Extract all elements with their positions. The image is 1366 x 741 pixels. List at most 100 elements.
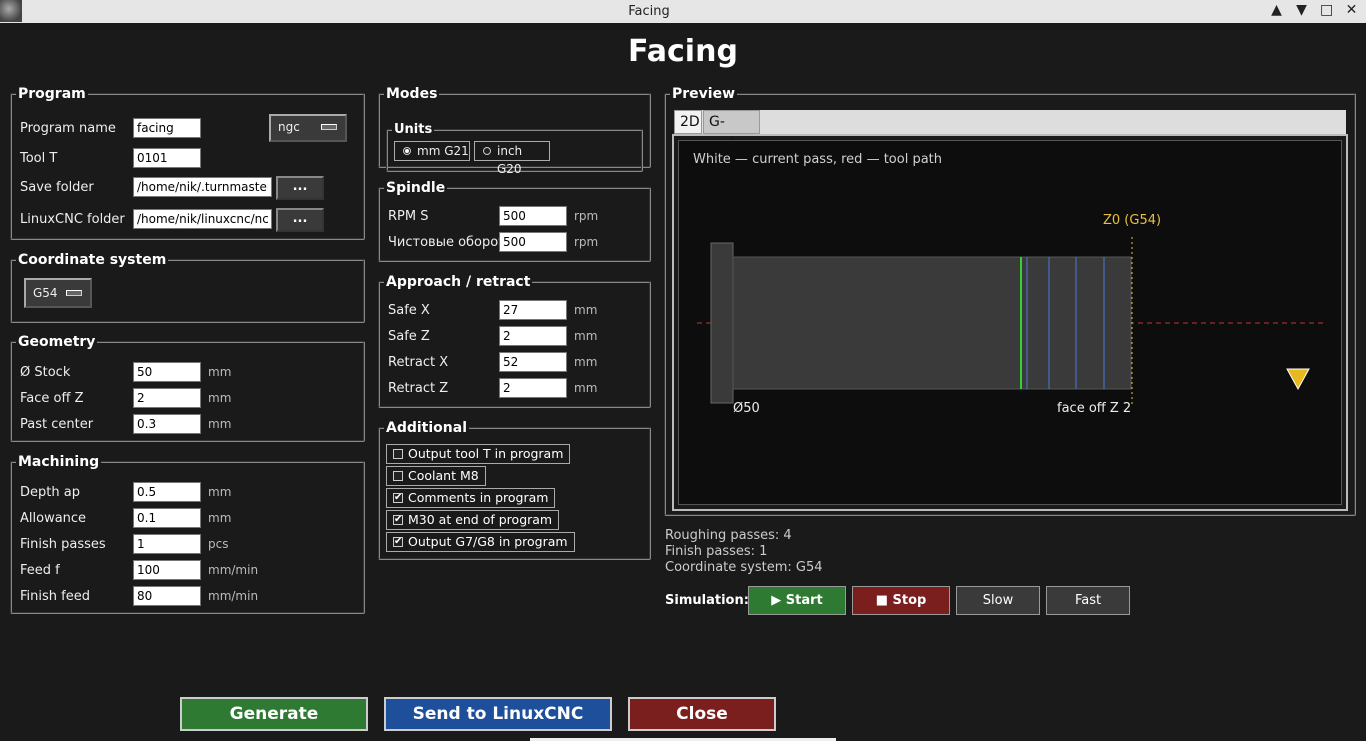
machining-row: Finish feed mm/min [20,586,355,608]
spindle-row: Чистовые оборот rpm [388,232,641,254]
extension-combo[interactable]: ngc [269,114,347,142]
program-name-label: Program name [20,121,116,136]
send-to-linuxcnc-button[interactable]: Send to LinuxCNC [384,697,612,731]
comments-checkbox[interactable]: ✔ Comments in program [386,488,556,508]
row-unit: rpm [574,235,599,249]
tab-2d[interactable]: 2D [674,110,702,134]
tool-row: Tool T [20,148,355,170]
units-legend: Units [394,122,433,137]
row-unit: mm [574,381,598,395]
linuxcnc-folder-browse-button[interactable]: ... [276,208,324,232]
units-mm-label: mm G21 [417,144,469,158]
row-label: Finish passes [20,537,106,552]
modes-legend: Modes [386,86,438,102]
face-off-z-input[interactable] [133,388,201,408]
finish-passes-stat: Finish passes: 1 [665,544,768,559]
machining-group: Machining Depth ap mm Allowance mm Finis… [10,454,365,614]
face-off-label: face off Z 2 [1057,401,1131,416]
preview-hint: White — current pass, red — tool path [693,152,942,167]
approach-group: Approach / retract Safe X mm Safe Z mm R… [378,274,651,408]
machining-row: Allowance mm [20,508,355,530]
row-unit: pcs [208,537,229,551]
geometry-row: Past center mm [20,414,355,436]
past-center-input[interactable] [133,414,201,434]
geometry-row: Ø Stock mm [20,362,355,384]
row-label: Allowance [20,511,87,526]
depth-ap-input[interactable] [133,482,201,502]
tool-icon [1286,368,1310,391]
safe-x-input[interactable] [499,300,567,320]
row-label: Feed f [20,563,60,578]
row-label: Past center [20,417,94,432]
radio-checked-icon [403,147,411,155]
linuxcnc-folder-label: LinuxCNC folder [20,212,125,227]
g7g8-checkbox[interactable]: ✔ Output G7/G8 in program [386,532,575,552]
retract-z-input[interactable] [499,378,567,398]
row-label: Чистовые оборот [388,235,506,250]
row-label: Depth ap [20,485,80,500]
units-inch-radio[interactable]: inch G20 [474,141,550,176]
row-unit: mm [574,303,598,317]
save-folder-label: Save folder [20,180,94,195]
coord-system-combo[interactable]: G54 [24,278,92,308]
units-mm-radio[interactable]: mm G21 [394,141,470,161]
simulation-label: Simulation: [665,593,749,608]
checkbox-label: Coolant M8 [408,468,479,483]
row-label: Finish feed [20,589,90,604]
tool-input[interactable] [133,148,201,168]
sim-start-button[interactable]: ▶ Start [748,586,846,615]
roughing-passes-stat: Roughing passes: 4 [665,528,792,543]
geometry-group: Geometry Ø Stock mm Face off Z mm Past c… [10,334,365,442]
allowance-input[interactable] [133,508,201,528]
sim-slow-button[interactable]: Slow [956,586,1040,615]
save-folder-input[interactable] [133,177,272,197]
checkbox-icon: ✔ [393,514,403,525]
finish-rpm-input[interactable] [499,232,567,252]
program-group: Program Program name ngc Tool T Save fol… [10,86,365,240]
close-button[interactable]: Close [628,697,776,731]
window-title: Facing [628,4,670,19]
row-label: Ø Stock [20,365,71,380]
row-unit: mm/min [208,589,259,603]
save-folder-browse-button[interactable]: ... [276,176,324,200]
linuxcnc-folder-input[interactable] [133,209,272,229]
row-unit: mm [574,329,598,343]
row-unit: mm [208,511,232,525]
preview-svg: White — current pass, red — tool path Z0… [693,152,1325,416]
m30-checkbox[interactable]: ✔ M30 at end of program [386,510,560,530]
maximize-icon[interactable]: □ [1320,2,1333,18]
checkbox-label: Comments in program [408,490,549,505]
rpm-input[interactable] [499,206,567,226]
row-label: Safe Z [388,329,430,344]
finish-passes-input[interactable] [133,534,201,554]
output-tool-checkbox[interactable]: Output tool T in program [386,444,571,464]
row-unit: mm [208,365,232,379]
coord-system-group: Coordinate system G54 [10,252,365,323]
row-label: Face off Z [20,391,84,406]
save-folder-row: Save folder ... [20,176,355,200]
minimize-icon[interactable]: ▲ [1270,2,1283,18]
row-label: Retract Z [388,381,449,396]
stock-diameter-input[interactable] [133,362,201,382]
stock-body [732,256,1132,390]
combo-handle-icon [321,124,337,130]
modes-group: Modes Units mm G21 inch G20 [378,86,651,176]
approach-legend: Approach / retract [386,274,531,290]
retract-x-input[interactable] [499,352,567,372]
safe-z-input[interactable] [499,326,567,346]
finish-feed-input[interactable] [133,586,201,606]
spindle-legend: Spindle [386,180,446,196]
sim-stop-button[interactable]: ■ Stop [852,586,950,615]
close-icon[interactable]: ✕ [1345,2,1358,18]
tab-gcode[interactable]: G-code [703,110,760,152]
sim-fast-button[interactable]: Fast [1046,586,1130,615]
generate-button[interactable]: Generate [180,697,368,731]
approach-row: Safe X mm [388,300,641,322]
checkbox-label: Output G7/G8 in program [408,534,568,549]
coolant-checkbox[interactable]: Coolant M8 [386,466,486,486]
restore-icon[interactable]: ▼ [1295,2,1308,18]
feed-input[interactable] [133,560,201,580]
geometry-legend: Geometry [18,334,96,350]
program-name-input[interactable] [133,118,201,138]
geometry-row: Face off Z mm [20,388,355,410]
